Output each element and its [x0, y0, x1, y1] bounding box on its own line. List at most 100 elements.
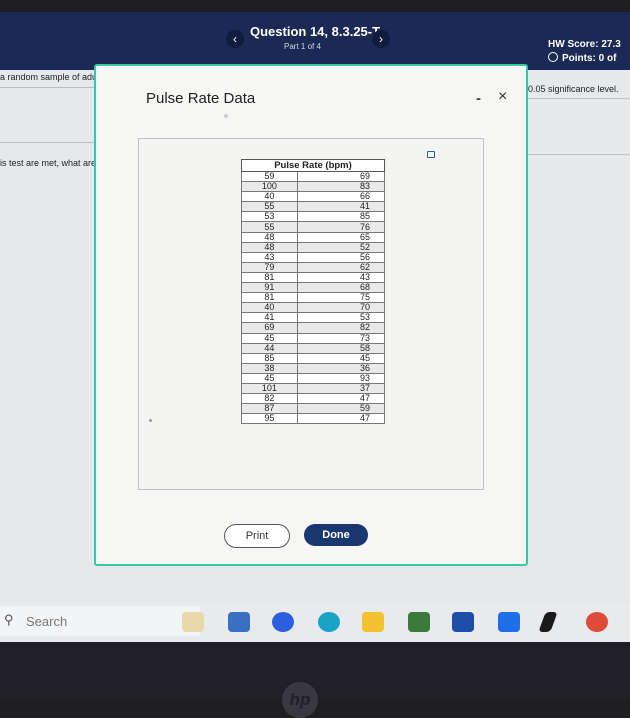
table-row: 79 62: [241, 261, 386, 273]
table-row: 41 53: [241, 312, 386, 324]
hp-logo: hp: [282, 682, 318, 718]
table-cell: 53: [241, 211, 298, 223]
significance-text-fragment: 0.05 significance level.: [528, 84, 619, 94]
close-button[interactable]: ×: [498, 88, 507, 106]
table-cell: 70: [296, 302, 386, 314]
table-row: 45 93: [241, 372, 386, 384]
expand-icon[interactable]: [427, 151, 435, 158]
table-cell: 41: [241, 312, 298, 324]
minimize-button[interactable]: -: [476, 90, 481, 107]
table-cell: 55: [241, 221, 298, 233]
app-icon[interactable]: [538, 612, 558, 632]
table-cell: 82: [241, 393, 298, 405]
dropbox-icon[interactable]: [498, 612, 520, 632]
browser-screen: ‹ Question 14, 8.3.25-T Part 1 of 4 › HW…: [0, 12, 630, 602]
table-row: 91 68: [241, 282, 386, 294]
pulse-rate-dialog: Pulse Rate Data - × Pulse Rate (bpm) 59 6…: [94, 64, 528, 566]
table-cell: 91: [241, 282, 298, 294]
table-row: 81 43: [241, 271, 386, 284]
table-cell: 40: [241, 302, 298, 314]
laptop-bezel: hp: [0, 642, 630, 718]
table-cell: 85: [296, 211, 386, 223]
table-cell: 55: [241, 201, 298, 213]
question-part: Part 1 of 4: [284, 42, 321, 51]
divider: [526, 154, 630, 155]
done-button[interactable]: Done: [304, 524, 368, 546]
next-question-button[interactable]: ›: [372, 30, 390, 48]
table-cell: 52: [296, 241, 386, 253]
score-panel: HW Score: 27.3 Points: 0 of: [548, 38, 621, 66]
points-row: Points: 0 of: [548, 52, 621, 66]
hw-score: HW Score: 27.3: [548, 39, 621, 50]
file-explorer-icon[interactable]: [182, 612, 204, 632]
table-row: 48 52: [241, 241, 386, 253]
table-cell: 44: [241, 342, 298, 354]
taskbar-search[interactable]: ⚲ Search: [0, 606, 200, 636]
table-row: 85 45: [241, 352, 386, 364]
table-cell: 81: [241, 271, 298, 284]
table-cell: 43: [296, 271, 386, 284]
table-cell: 85: [241, 352, 298, 364]
table-row: 100 83: [241, 181, 386, 193]
previous-question-button[interactable]: ‹: [226, 30, 244, 48]
table-cell: 45: [241, 332, 298, 344]
table-row: 95 47: [241, 413, 386, 425]
table-row: 82 47: [241, 393, 386, 405]
table-cell: 93: [296, 372, 386, 384]
table-cell: 62: [296, 261, 386, 273]
store-icon[interactable]: [408, 612, 430, 632]
table-cell: 75: [296, 292, 386, 304]
table-row: 45 73: [241, 332, 386, 344]
table-row: 40 66: [241, 191, 386, 203]
table-cell: 45: [241, 372, 298, 384]
divider: [0, 87, 94, 88]
divider: [0, 142, 94, 143]
table-body: 59 69 100 83 40 66 55 41 53 85 55 76 48 65 48 52 43 56 79 6…: [241, 170, 386, 425]
table-cell: 43: [241, 251, 298, 263]
table-row: 38 36: [241, 362, 386, 374]
table-cell: 81: [241, 292, 298, 304]
table-cell: 38: [241, 362, 298, 374]
zoom-icon[interactable]: [272, 612, 294, 632]
folder-icon[interactable]: [362, 612, 384, 632]
edge-icon[interactable]: [318, 612, 340, 632]
table-cell: 83: [296, 181, 386, 193]
table-cell: 58: [296, 342, 386, 354]
mail-icon[interactable]: [452, 612, 474, 632]
data-panel: Pulse Rate (bpm) 59 69 100 83 40 66 55 41 53 85 55…: [138, 138, 484, 490]
table-row: 53 85: [241, 211, 386, 223]
table-cell: 79: [241, 261, 298, 273]
table-header: Pulse Rate (bpm): [241, 159, 385, 172]
question-text-fragment: a random sample of adul: [0, 72, 100, 82]
table-cell: 47: [296, 413, 386, 425]
table-row: 69 82: [241, 322, 386, 334]
divider: [526, 98, 630, 99]
table-row: 81 75: [241, 292, 386, 304]
search-icon: ⚲: [4, 612, 14, 627]
widgets-icon[interactable]: [228, 612, 250, 632]
table-cell: 101: [241, 382, 298, 395]
table-cell: 87: [241, 403, 298, 415]
table-cell: 65: [296, 231, 386, 243]
table-cell: 73: [296, 332, 386, 344]
question-text-fragment: is test are met, what are: [0, 158, 97, 168]
dialog-title: Pulse Rate Data: [146, 90, 256, 107]
homework-header: ‹ Question 14, 8.3.25-T Part 1 of 4 › HW…: [0, 12, 630, 70]
table-row: 55 76: [241, 221, 386, 233]
print-button[interactable]: Print: [224, 524, 290, 548]
question-title: Question 14, 8.3.25-T: [250, 24, 381, 39]
table-cell: 82: [296, 322, 386, 334]
table-cell: 48: [241, 241, 298, 253]
table-cell: 95: [241, 413, 298, 425]
table-cell: 76: [296, 221, 386, 233]
table-cell: 100: [241, 181, 298, 193]
table-row: 43 56: [241, 251, 386, 263]
table-cell: 56: [296, 251, 386, 263]
chrome-icon[interactable]: [586, 612, 608, 632]
table-row: 44 58: [241, 342, 386, 354]
table-cell: 40: [241, 191, 298, 203]
taskbar: ⚲ Search: [0, 602, 630, 642]
pulse-rate-table: Pulse Rate (bpm) 59 69 100 83 40 66 55 41 53 85 55…: [241, 159, 386, 425]
decorative-dot: [149, 419, 152, 422]
table-cell: 59: [296, 403, 386, 415]
